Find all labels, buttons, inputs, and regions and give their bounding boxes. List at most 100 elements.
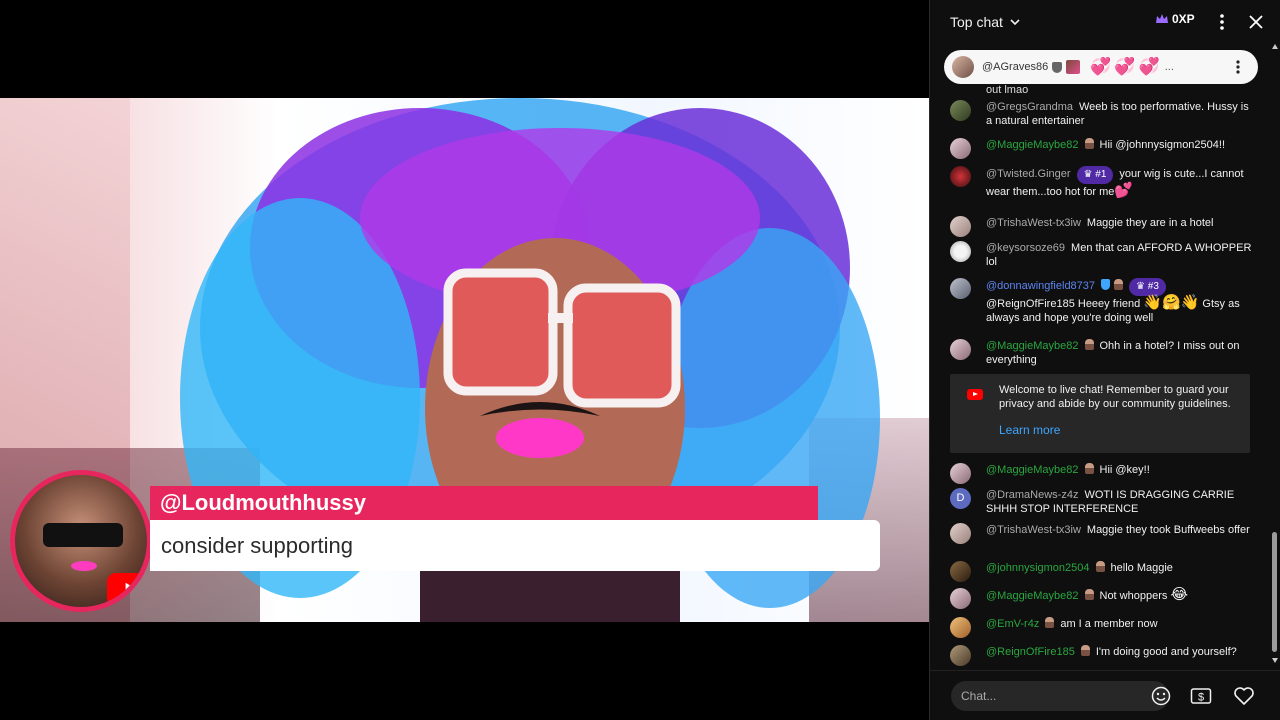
- overlay-avatar: [10, 470, 152, 612]
- member-badge-icon: [1084, 463, 1094, 474]
- chat-header: Top chat 0XP: [930, 0, 1280, 44]
- overlay-avatar-glasses: [43, 523, 123, 547]
- avatar: [950, 463, 971, 484]
- xp-badge[interactable]: 0XP: [1155, 12, 1195, 26]
- message-author[interactable]: @donnawingfield8737: [986, 280, 1095, 292]
- chat-message-list[interactable]: out lmao @GregsGrandma Weeb is too perfor…: [930, 84, 1270, 670]
- chat-close-button[interactable]: [1244, 10, 1268, 34]
- avatar: [950, 100, 971, 121]
- xp-value: 0XP: [1172, 12, 1195, 26]
- more-vert-icon: [1220, 14, 1224, 30]
- message-author[interactable]: @johnnysigmon2504: [986, 562, 1090, 574]
- message-text: I'm doing good and yourself?: [1095, 646, 1237, 658]
- member-badge-icon: [1084, 339, 1094, 350]
- heart-emoji: 💕: [1114, 182, 1134, 199]
- chat-message[interactable]: @MaggieMaybe82 Ohh in a hotel? I miss out…: [950, 339, 1255, 367]
- member-badge-icon: [1066, 60, 1081, 74]
- message-author[interactable]: @TrishaWest-tx3iw: [986, 217, 1081, 229]
- chat-message[interactable]: @MaggieMaybe82 Hii @johnnysigmon2504!!: [950, 138, 1255, 159]
- message-text: am I a member now: [1060, 618, 1158, 630]
- pinned-author: @AGraves86: [982, 61, 1049, 73]
- youtube-icon: [107, 573, 147, 607]
- chat-message[interactable]: @Twisted.Ginger ♛ #1 your wig is cute...I …: [950, 166, 1255, 199]
- message-author[interactable]: @keysorsoze69: [986, 242, 1065, 254]
- avatar: [950, 617, 971, 638]
- chat-message[interactable]: @donnawingfield8737 ♛ #3 @ReignOfFire185 H…: [950, 278, 1255, 325]
- avatar-letter: D: [950, 488, 971, 509]
- chat-message[interactable]: @johnnysigmon2504 hello Maggie: [950, 561, 1255, 582]
- message-text: Not whoppers: [1099, 590, 1168, 602]
- cutoff-message-text: out lmao: [986, 84, 1029, 96]
- avatar: [950, 561, 971, 582]
- chat-message[interactable]: @MaggieMaybe82 Hii @key!!: [950, 463, 1255, 484]
- chat-more-button[interactable]: [1210, 10, 1234, 34]
- chat-input[interactable]: [951, 681, 1169, 711]
- chat-scrollbar[interactable]: [1271, 44, 1279, 670]
- message-author[interactable]: @MaggieMaybe82: [986, 139, 1079, 151]
- avatar: [950, 138, 971, 159]
- chat-input-area: $: [930, 670, 1280, 720]
- message-author[interactable]: @Twisted.Ginger: [986, 168, 1071, 180]
- avatar: [950, 339, 971, 360]
- pinned-message[interactable]: @AGraves86 💞💞💞 ...: [944, 50, 1258, 84]
- message-author[interactable]: @GregsGrandma: [986, 101, 1073, 113]
- chat-message[interactable]: @TrishaWest-tx3iw Maggie they are in a ho…: [950, 216, 1255, 237]
- scroll-up-arrow-icon[interactable]: [1272, 44, 1278, 49]
- message-author[interactable]: @TrishaWest-tx3iw: [986, 524, 1081, 536]
- member-badge-icon: [1045, 617, 1055, 628]
- pinned-emojis: 💞💞💞: [1090, 57, 1163, 76]
- avatar: [950, 216, 971, 237]
- message-author[interactable]: @MaggieMaybe82: [986, 464, 1079, 476]
- emoji-button[interactable]: [1149, 684, 1173, 708]
- chat-message[interactable]: @ReignOfFire185 I'm doing good and yourse…: [950, 645, 1255, 666]
- overlay-channel-name: @Loudmouthhussy: [150, 486, 818, 520]
- laughing-emoji: 😂: [1170, 586, 1188, 603]
- message-author[interactable]: @ReignOfFire185: [986, 646, 1075, 658]
- pinned-more-button[interactable]: [1230, 58, 1246, 76]
- scrollbar-thumb[interactable]: [1272, 532, 1277, 652]
- like-button[interactable]: [1232, 684, 1256, 708]
- super-chat-icon: $: [1190, 688, 1212, 704]
- crown-icon: [1156, 14, 1168, 23]
- svg-text:$: $: [1198, 692, 1204, 704]
- wave-hug-emojis: 👋🤗👋: [1143, 294, 1200, 311]
- scroll-down-arrow-icon[interactable]: [1272, 658, 1278, 663]
- member-badge-icon: [1095, 561, 1105, 572]
- chevron-down-icon[interactable]: [1009, 16, 1021, 28]
- message-text: Hii @key!!: [1099, 464, 1150, 476]
- chat-message[interactable]: D @DramaNews-z4z WOTI IS DRAGGING CARRIE …: [950, 488, 1255, 516]
- member-badge-icon: [1084, 589, 1094, 600]
- avatar: [950, 166, 971, 187]
- message-author[interactable]: @EmV-r4z: [986, 618, 1039, 630]
- message-author[interactable]: @MaggieMaybe82: [986, 340, 1079, 352]
- avatar: [950, 645, 971, 666]
- avatar: [950, 523, 971, 544]
- moderator-shield-icon: [1052, 61, 1063, 73]
- welcome-text: Welcome to live chat! Remember to guard …: [999, 384, 1231, 410]
- learn-more-link[interactable]: Learn more: [999, 423, 1060, 437]
- youtube-icon: [967, 389, 983, 400]
- video-player[interactable]: @Loudmouthhussy consider supporting: [0, 0, 929, 720]
- rank-value: #1: [1095, 169, 1107, 180]
- avatar: [950, 588, 971, 609]
- chat-message[interactable]: @GregsGrandma Weeb is too performative. H…: [950, 100, 1255, 128]
- rank-value: #3: [1147, 281, 1159, 292]
- message-author[interactable]: @MaggieMaybe82: [986, 590, 1079, 602]
- overlay-avatar-lips: [71, 561, 97, 571]
- message-author[interactable]: @DramaNews-z4z: [986, 489, 1078, 501]
- chat-message[interactable]: @MaggieMaybe82 Not whoppers 😂: [950, 586, 1255, 609]
- more-vert-icon: [1236, 60, 1240, 74]
- chat-message[interactable]: @TrishaWest-tx3iw Maggie they took Buffwe…: [950, 523, 1255, 544]
- chat-message[interactable]: @EmV-r4z am I a member now: [950, 617, 1255, 638]
- super-chat-button[interactable]: $: [1189, 684, 1213, 708]
- moderator-shield-icon: [1101, 279, 1111, 290]
- chat-mode-title[interactable]: Top chat: [950, 14, 1003, 30]
- avatar: [950, 241, 971, 262]
- message-text: Maggie they are in a hotel: [1086, 217, 1214, 229]
- message-text: Maggie they took Buffweebs offer: [1086, 524, 1250, 536]
- chat-message[interactable]: @keysorsoze69 Men that can AFFORD A WHOPP…: [950, 241, 1255, 269]
- message-text: hello Maggie: [1110, 562, 1173, 574]
- emoji-icon: [1151, 686, 1171, 706]
- rank-badge: ♛ #1: [1076, 166, 1114, 184]
- message-text: Hii @johnnysigmon2504!!: [1099, 139, 1226, 151]
